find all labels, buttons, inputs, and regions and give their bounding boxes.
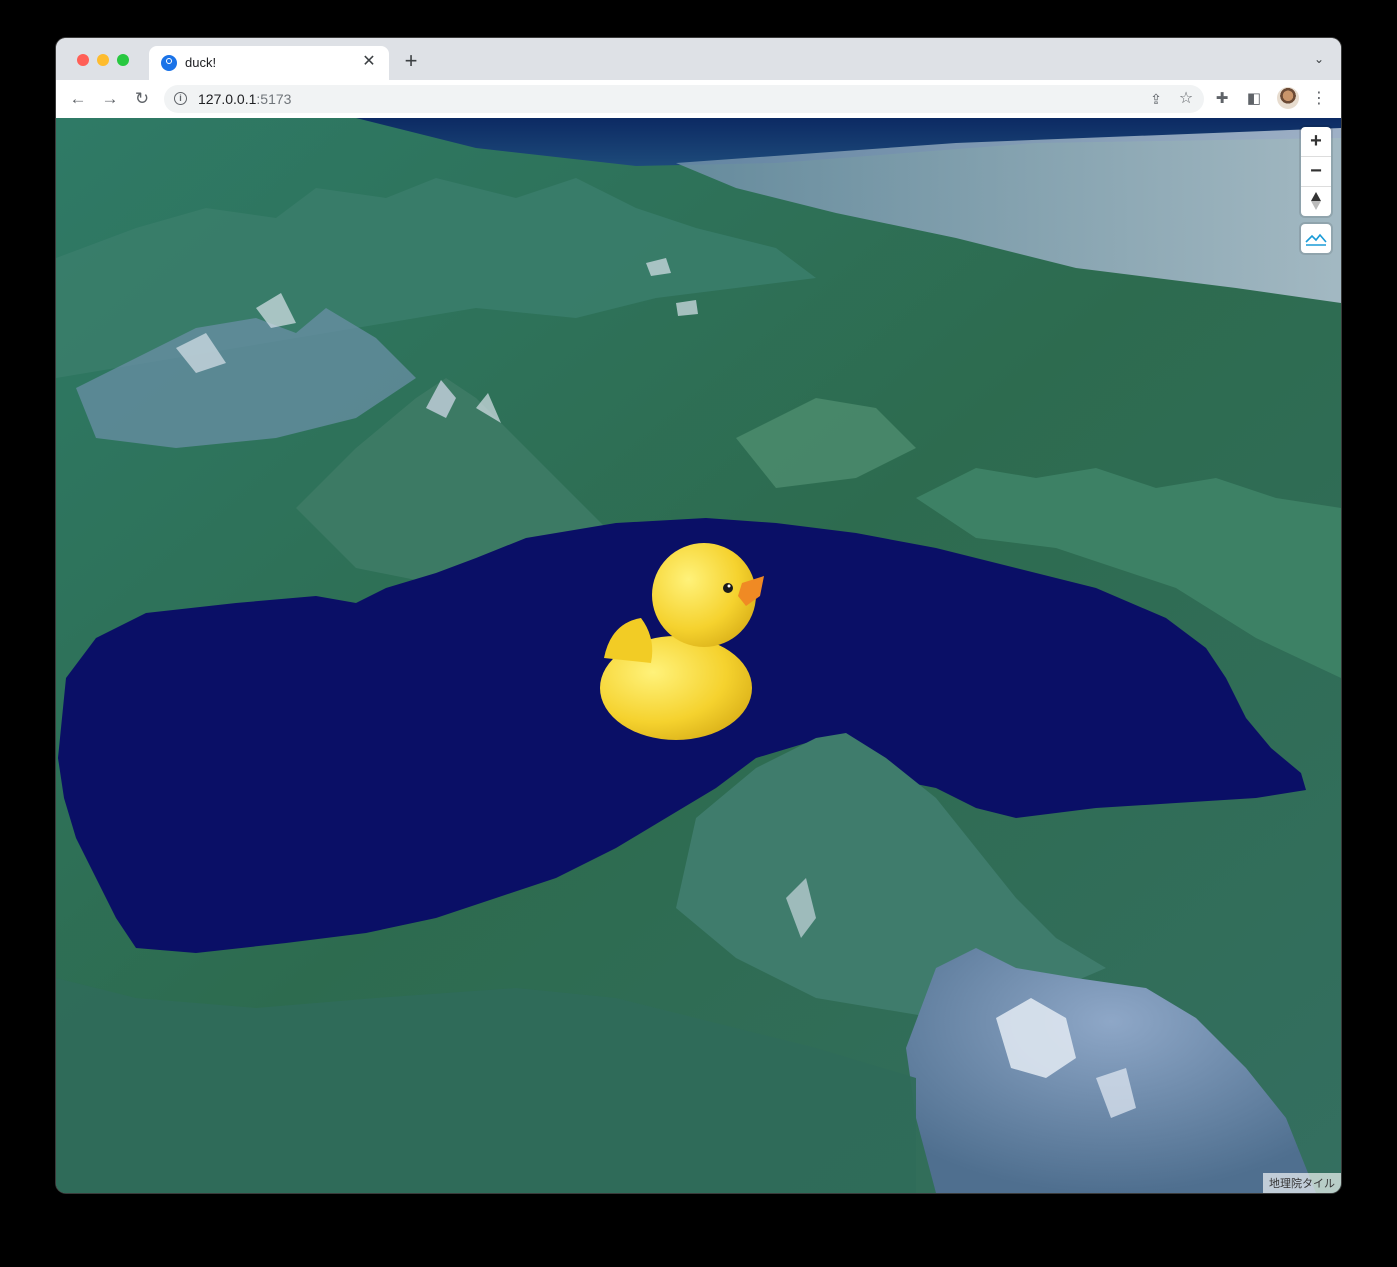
terrain-render [56,118,1341,1193]
tab-duck[interactable]: duck! ✕ [149,46,389,80]
map-controls: + − [1301,127,1331,253]
arrow-left-icon[interactable]: ← [66,87,90,111]
url-host: 127.0.0.1 [198,91,257,107]
compass-icon [1311,192,1321,210]
chevron-down-icon[interactable]: ⌄ [1311,52,1327,68]
terrain-button[interactable] [1301,224,1331,253]
puzzle-icon[interactable]: ✚ [1210,87,1234,111]
tab-title: duck! [185,55,217,70]
url-text: 127.0.0.1:5173 [198,91,291,107]
maximize-window-button[interactable] [117,54,129,66]
zoom-out-button[interactable]: − [1301,157,1331,187]
reload-icon[interactable]: ↻ [130,87,154,111]
side-panel-icon[interactable]: ◧ [1242,87,1266,111]
map-attribution[interactable]: 地理院タイル [1263,1173,1341,1193]
plus-icon[interactable]: + [400,50,422,72]
avatar[interactable] [1277,87,1299,109]
close-icon[interactable]: ✕ [359,52,379,72]
url-port: :5173 [256,91,292,107]
arrow-right-icon[interactable]: → [98,87,122,111]
navigation-control: + − [1301,127,1331,216]
terrain-icon [1305,233,1327,246]
browser-window: duck! ✕ + ⌄ ← → ↻ i 127.0.0.1:5173 ⇪ ☆ ✚… [56,38,1341,1193]
browser-toolbar: ← → ↻ i 127.0.0.1:5173 ⇪ ☆ ✚ ◧ ⋮ [56,80,1341,119]
map-canvas[interactable]: + − 地理院タイル [56,118,1341,1193]
kebab-menu-icon[interactable]: ⋮ [1307,87,1331,111]
terrain-control [1301,224,1331,253]
info-icon[interactable]: i [174,92,187,105]
share-icon[interactable]: ⇪ [1144,87,1168,111]
favicon-icon [161,55,177,71]
address-bar[interactable]: i 127.0.0.1:5173 ⇪ ☆ [164,85,1204,113]
close-window-button[interactable] [77,54,89,66]
tab-strip: duck! ✕ + ⌄ [56,38,1341,80]
minimize-window-button[interactable] [97,54,109,66]
star-icon[interactable]: ☆ [1174,87,1198,111]
compass-button[interactable] [1301,187,1331,216]
zoom-in-button[interactable]: + [1301,127,1331,157]
